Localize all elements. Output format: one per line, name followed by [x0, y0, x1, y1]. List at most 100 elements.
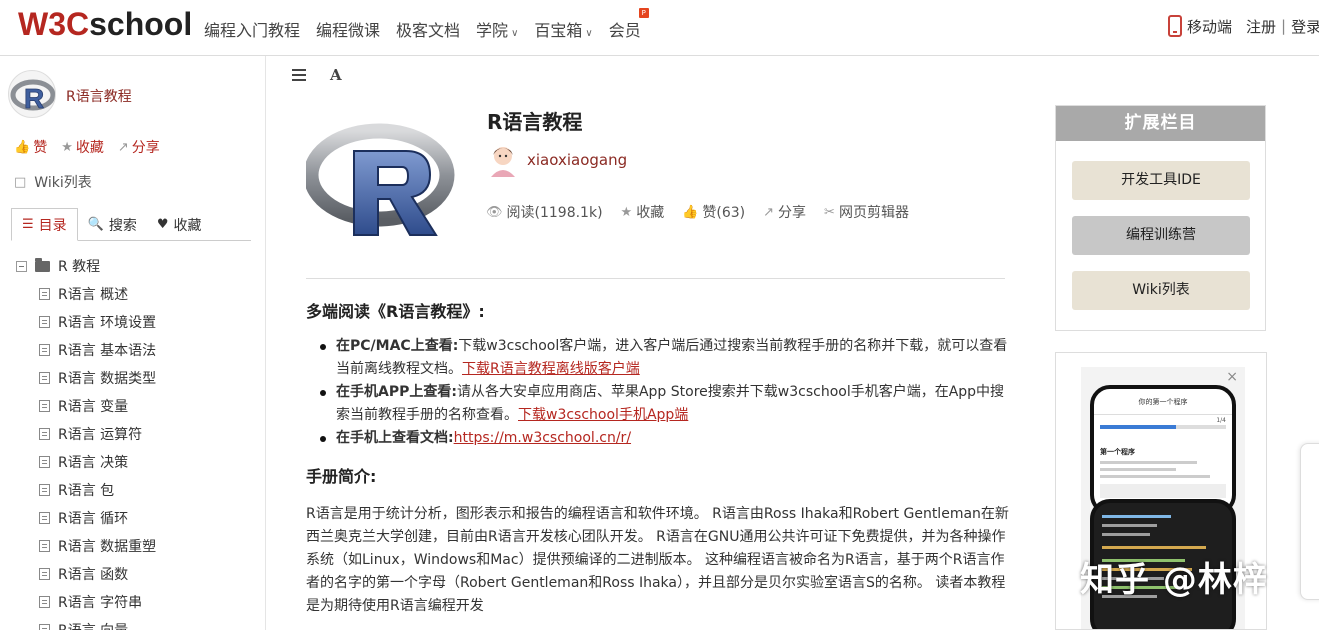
- like-action[interactable]: 👍 赞(63): [682, 202, 745, 222]
- toc-item[interactable]: R语言 变量: [16, 392, 261, 420]
- content-toolbar: A: [292, 66, 342, 84]
- author-name[interactable]: xiaoxiaogang: [527, 151, 627, 169]
- toc-item-label: R语言 环境设置: [58, 315, 157, 331]
- heart-icon: ♥: [156, 217, 169, 232]
- main-nav: 编程入门教程 编程微课 极客文档 学院 ∨ 百宝箱 ∨ 会员 P: [204, 8, 649, 41]
- toc-item[interactable]: R语言 包: [16, 476, 261, 504]
- coding-camp-button[interactable]: 编程训练营: [1072, 216, 1250, 255]
- toc-item[interactable]: R语言 函数: [16, 560, 261, 588]
- watermark-text: 知乎 @林梓: [1080, 560, 1268, 600]
- sidebar-tabs: ☰ 目录 🔍 搜索 ♥ 收藏: [11, 208, 251, 241]
- share-button[interactable]: ↗ 分享: [118, 137, 160, 157]
- register-link[interactable]: 注册: [1246, 16, 1276, 37]
- download-client-link[interactable]: 下载R语言教程离线版客户端: [462, 361, 640, 377]
- toc-root[interactable]: R 教程: [16, 252, 261, 280]
- download-app-link[interactable]: 下载w3cschool手机App端: [518, 407, 688, 423]
- close-icon[interactable]: ×: [1226, 369, 1238, 385]
- intro-heading: 手册简介:: [306, 467, 377, 486]
- phone-progress-bar: [1100, 425, 1226, 429]
- toc-item-label: R语言 向量: [58, 620, 128, 630]
- toc-item-label: R语言 包: [58, 483, 115, 499]
- ide-tools-button[interactable]: 开发工具IDE: [1072, 161, 1250, 200]
- toc-item[interactable]: R语言 字符串: [16, 588, 261, 616]
- phone-screen-heading: 第一个程序: [1100, 448, 1135, 456]
- tab-search[interactable]: 🔍 搜索: [78, 208, 147, 241]
- nav-item-toolbox[interactable]: 百宝箱 ∨: [534, 17, 592, 41]
- document-icon: [39, 288, 50, 300]
- avatar[interactable]: [487, 143, 519, 177]
- share-action[interactable]: ↗ 分享: [763, 202, 806, 222]
- logo-school-text: school: [89, 6, 193, 42]
- vip-badge: P: [638, 8, 649, 18]
- author-info[interactable]: xiaoxiaogang: [487, 143, 627, 177]
- document-icon: [39, 512, 50, 524]
- document-icon: [39, 456, 50, 468]
- collapse-icon[interactable]: [16, 260, 27, 272]
- nav-item-docs[interactable]: 极客文档: [396, 17, 460, 41]
- share-icon: ↗: [117, 139, 129, 155]
- document-icon: [39, 624, 50, 630]
- eye-icon: 👁: [486, 204, 503, 220]
- font-size-icon[interactable]: A: [330, 66, 342, 84]
- nav-item-academy[interactable]: 学院 ∨: [476, 17, 518, 41]
- r-language-logo: [306, 123, 455, 236]
- read-count: 👁 阅读(1198.1k): [486, 204, 603, 222]
- toc-item-label: R语言 字符串: [58, 595, 143, 611]
- reading-options-list: 在PC/MAC上查看:下载w3cschool客户端，进入客户端后通过搜索当前教程…: [306, 335, 1012, 450]
- web-clipper-action[interactable]: ✂ 网页剪辑器: [824, 202, 909, 222]
- thumbs-up-icon: 👍: [682, 204, 699, 220]
- star-icon: ★: [620, 204, 633, 220]
- site-logo[interactable]: W3Cschool: [18, 6, 192, 43]
- document-icon: [39, 400, 50, 412]
- nav-item-vip[interactable]: 会员 P: [609, 8, 649, 41]
- extension-panel: 扩展栏目 开发工具IDE 编程训练营 Wiki列表: [1055, 105, 1266, 331]
- toc-item[interactable]: R语言 决策: [16, 448, 261, 476]
- chevron-down-icon: ∨: [511, 28, 519, 39]
- separator: |: [1281, 17, 1287, 35]
- intro-text: R语言是用于统计分析，图形表示和报告的编程语言和软件环境。 R语言由Ross I…: [306, 506, 1009, 614]
- toc-item-label: R语言 数据类型: [58, 371, 157, 387]
- tab-toc[interactable]: ☰ 目录: [11, 208, 78, 241]
- document-icon: [39, 484, 50, 496]
- nav-item-tutorials[interactable]: 编程入门教程: [204, 17, 300, 41]
- favorite-button[interactable]: ★ 收藏: [61, 137, 104, 157]
- toc-item[interactable]: R语言 运算符: [16, 420, 261, 448]
- login-link[interactable]: 登录: [1291, 16, 1319, 37]
- header-user-links: 移动端 注册 | 登录: [1168, 15, 1319, 37]
- toc-item-label: R语言 运算符: [58, 427, 143, 443]
- toc-item[interactable]: R语言 数据类型: [16, 364, 261, 392]
- toc-item-label: R语言 函数: [58, 567, 129, 583]
- list-item: 在手机上查看文档:https://m.w3cschool.cn/r/: [306, 427, 1012, 450]
- document-icon: [39, 344, 50, 356]
- toc-item[interactable]: R语言 环境设置: [16, 308, 261, 336]
- search-icon: 🔍: [87, 217, 104, 232]
- toc-item[interactable]: R语言 向量: [16, 616, 261, 630]
- list-view-icon[interactable]: [292, 69, 306, 81]
- book-stats: 👁 阅读(1198.1k) ★ 收藏 👍 赞(63) ↗ 分享 ✂ 网页剪辑器: [486, 202, 909, 222]
- phone-mockup-top: 你的第一个程序 1/4 第一个程序: [1090, 385, 1236, 515]
- top-header: W3Cschool 编程入门教程 编程微课 极客文档 学院 ∨ 百宝箱 ∨ 会员 P …: [0, 0, 1319, 56]
- like-button[interactable]: 👍 赞: [14, 137, 47, 157]
- toc-item[interactable]: R语言 数据重塑: [16, 532, 261, 560]
- toc-item-label: R语言 决策: [58, 455, 129, 471]
- r-logo-thumbnail[interactable]: R: [8, 70, 56, 118]
- toc-item[interactable]: R语言 循环: [16, 504, 261, 532]
- tab-favorites[interactable]: ♥ 收藏: [147, 208, 212, 241]
- favorite-action[interactable]: ★ 收藏: [621, 202, 665, 222]
- mobile-link[interactable]: 移动端: [1187, 16, 1232, 37]
- star-icon: ★: [61, 139, 73, 155]
- phone-progress-text: 1/4: [1216, 417, 1226, 424]
- wiki-list-link[interactable]: □ Wiki列表: [14, 172, 92, 192]
- left-sidebar: R R语言教程 👍 赞 ★ 收藏 ↗ 分享 □ Wiki列表 ☰ 目录 🔍 搜索 ♥ 收藏 …: [0, 56, 266, 630]
- toc-item[interactable]: R语言 概述: [16, 280, 261, 308]
- multi-platform-heading: 多端阅读《R语言教程》:: [306, 302, 485, 321]
- svg-text:R: R: [24, 83, 44, 114]
- scissors-icon: ✂: [824, 204, 835, 220]
- nav-item-micro-courses[interactable]: 编程微课: [316, 17, 380, 41]
- sidebar-actions: 👍 赞 ★ 收藏 ↗ 分享: [14, 137, 160, 157]
- mobile-doc-link[interactable]: https://m.w3cschool.cn/r/: [454, 430, 631, 446]
- floating-side-panel[interactable]: [1300, 443, 1319, 600]
- wiki-list-button[interactable]: Wiki列表: [1072, 271, 1250, 310]
- sidebar-book-title[interactable]: R语言教程: [66, 86, 132, 106]
- toc-item[interactable]: R语言 基本语法: [16, 336, 261, 364]
